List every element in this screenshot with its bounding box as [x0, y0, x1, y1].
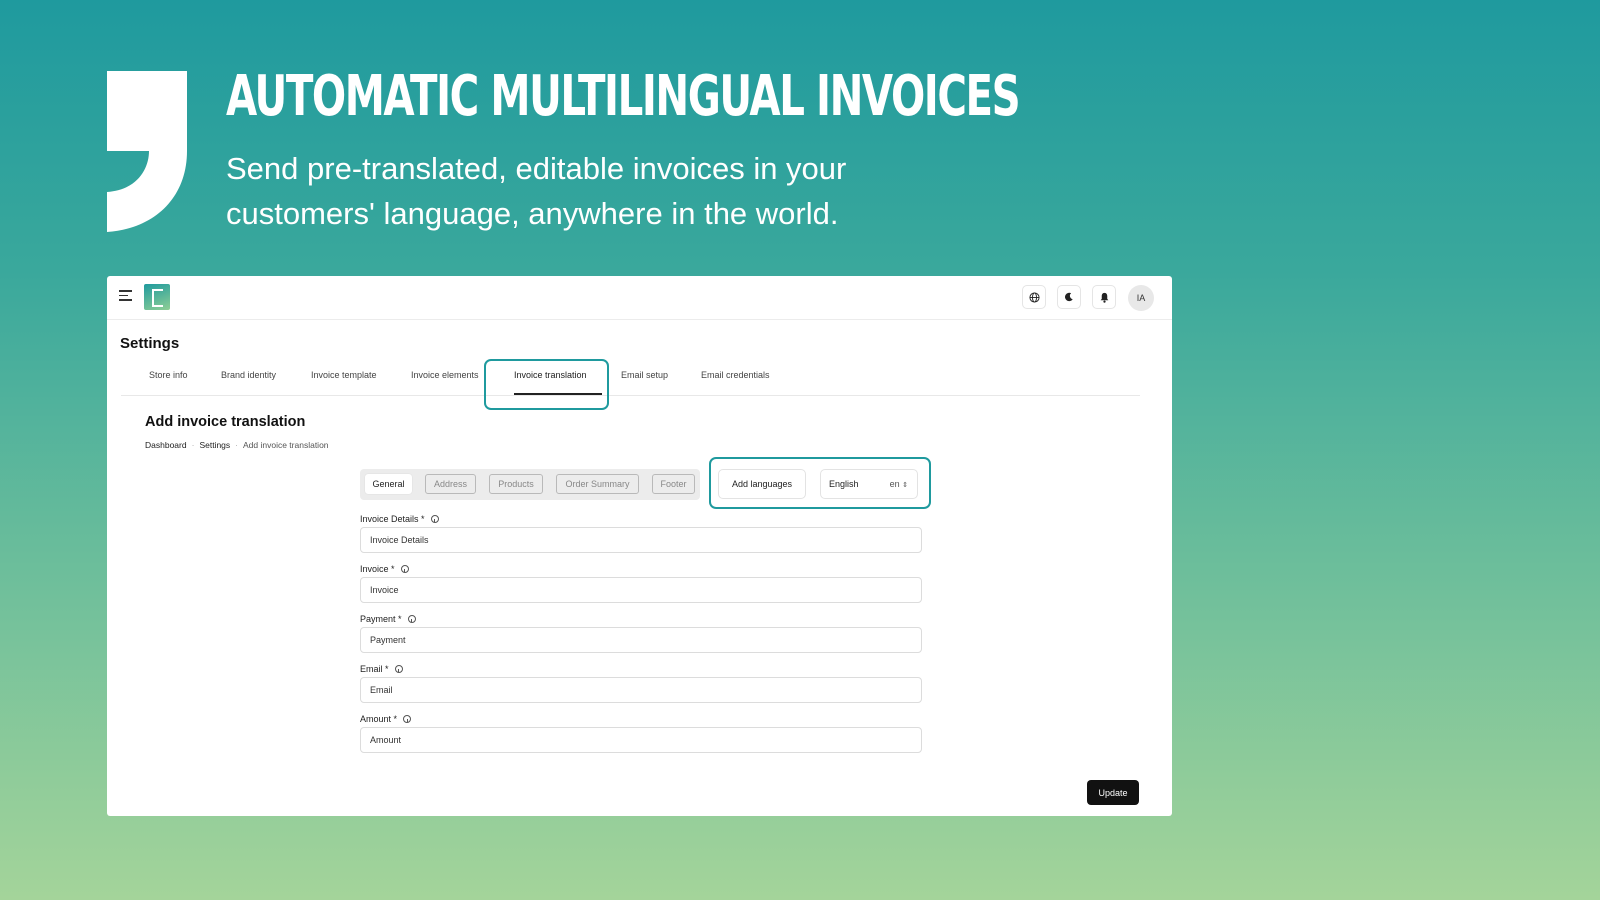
update-button[interactable]: Update [1087, 780, 1139, 805]
page-title: Settings [120, 335, 180, 352]
subtab-order-summary[interactable]: Order Summary [556, 474, 639, 494]
subtab-footer[interactable]: Footer [652, 474, 695, 494]
tab-email-credentials[interactable]: Email credentials [701, 370, 770, 380]
selected-language-code: en ⇕ [889, 479, 908, 489]
subtab-general[interactable]: General [365, 474, 412, 494]
tab-email-setup[interactable]: Email setup [621, 370, 668, 380]
breadcrumb-dashboard[interactable]: Dashboard [145, 440, 187, 450]
settings-tabs: Store info Brand identity Invoice templa… [121, 362, 1140, 396]
translation-subtabs: General Address Products Order Summary F… [360, 469, 700, 500]
tab-store-info[interactable]: Store info [149, 370, 188, 380]
tab-brand-identity[interactable]: Brand identity [221, 370, 276, 380]
app-window: IA Settings Store info Brand identity In… [107, 276, 1172, 816]
app-logo[interactable] [144, 284, 170, 310]
info-icon[interactable] [430, 515, 439, 523]
quote-mark-icon [107, 71, 187, 232]
subtab-address[interactable]: Address [425, 474, 476, 494]
language-select[interactable]: English en ⇕ [820, 469, 918, 499]
info-icon[interactable] [400, 565, 409, 573]
amount-input[interactable] [360, 727, 922, 753]
field-label-invoice-details: Invoice Details * [360, 514, 439, 524]
selected-language: English [829, 479, 859, 489]
field-label-invoice: Invoice * [360, 564, 409, 574]
globe-icon [1028, 291, 1040, 303]
user-avatar[interactable]: IA [1128, 285, 1154, 311]
tab-invoice-template[interactable]: Invoice template [311, 370, 377, 380]
moon-icon [1065, 292, 1073, 302]
field-label-payment: Payment * [360, 614, 416, 624]
breadcrumb-current: Add invoice translation [243, 440, 329, 450]
menu-icon[interactable] [119, 290, 133, 304]
invoice-input[interactable] [360, 577, 922, 603]
language-button[interactable] [1022, 285, 1046, 309]
top-bar: IA [107, 276, 1172, 320]
bell-icon [1100, 292, 1108, 303]
tab-invoice-translation[interactable]: Invoice translation [514, 370, 587, 380]
breadcrumb-settings[interactable]: Settings [199, 440, 230, 450]
field-label-amount: Amount * [360, 714, 412, 724]
hero-title: AUTOMATIC MULTILINGUAL INVOICES [226, 64, 1021, 129]
breadcrumb: Dashboard · Settings · Add invoice translati… [145, 440, 329, 450]
notifications-button[interactable] [1092, 285, 1116, 309]
chevron-updown-icon: ⇕ [902, 482, 908, 489]
email-input[interactable] [360, 677, 922, 703]
theme-toggle-button[interactable] [1057, 285, 1081, 309]
tab-invoice-elements[interactable]: Invoice elements [411, 370, 479, 380]
subtab-products[interactable]: Products [489, 474, 543, 494]
invoice-details-input[interactable] [360, 527, 922, 553]
add-languages-button[interactable]: Add languages [718, 469, 806, 499]
info-icon[interactable] [407, 615, 416, 623]
payment-input[interactable] [360, 627, 922, 653]
info-icon[interactable] [394, 665, 403, 673]
hero-subtitle: Send pre-translated, editable invoices i… [226, 151, 847, 231]
active-tab-indicator [514, 393, 602, 395]
section-title: Add invoice translation [145, 414, 306, 430]
field-label-email: Email * [360, 664, 403, 674]
info-icon[interactable] [403, 715, 412, 723]
